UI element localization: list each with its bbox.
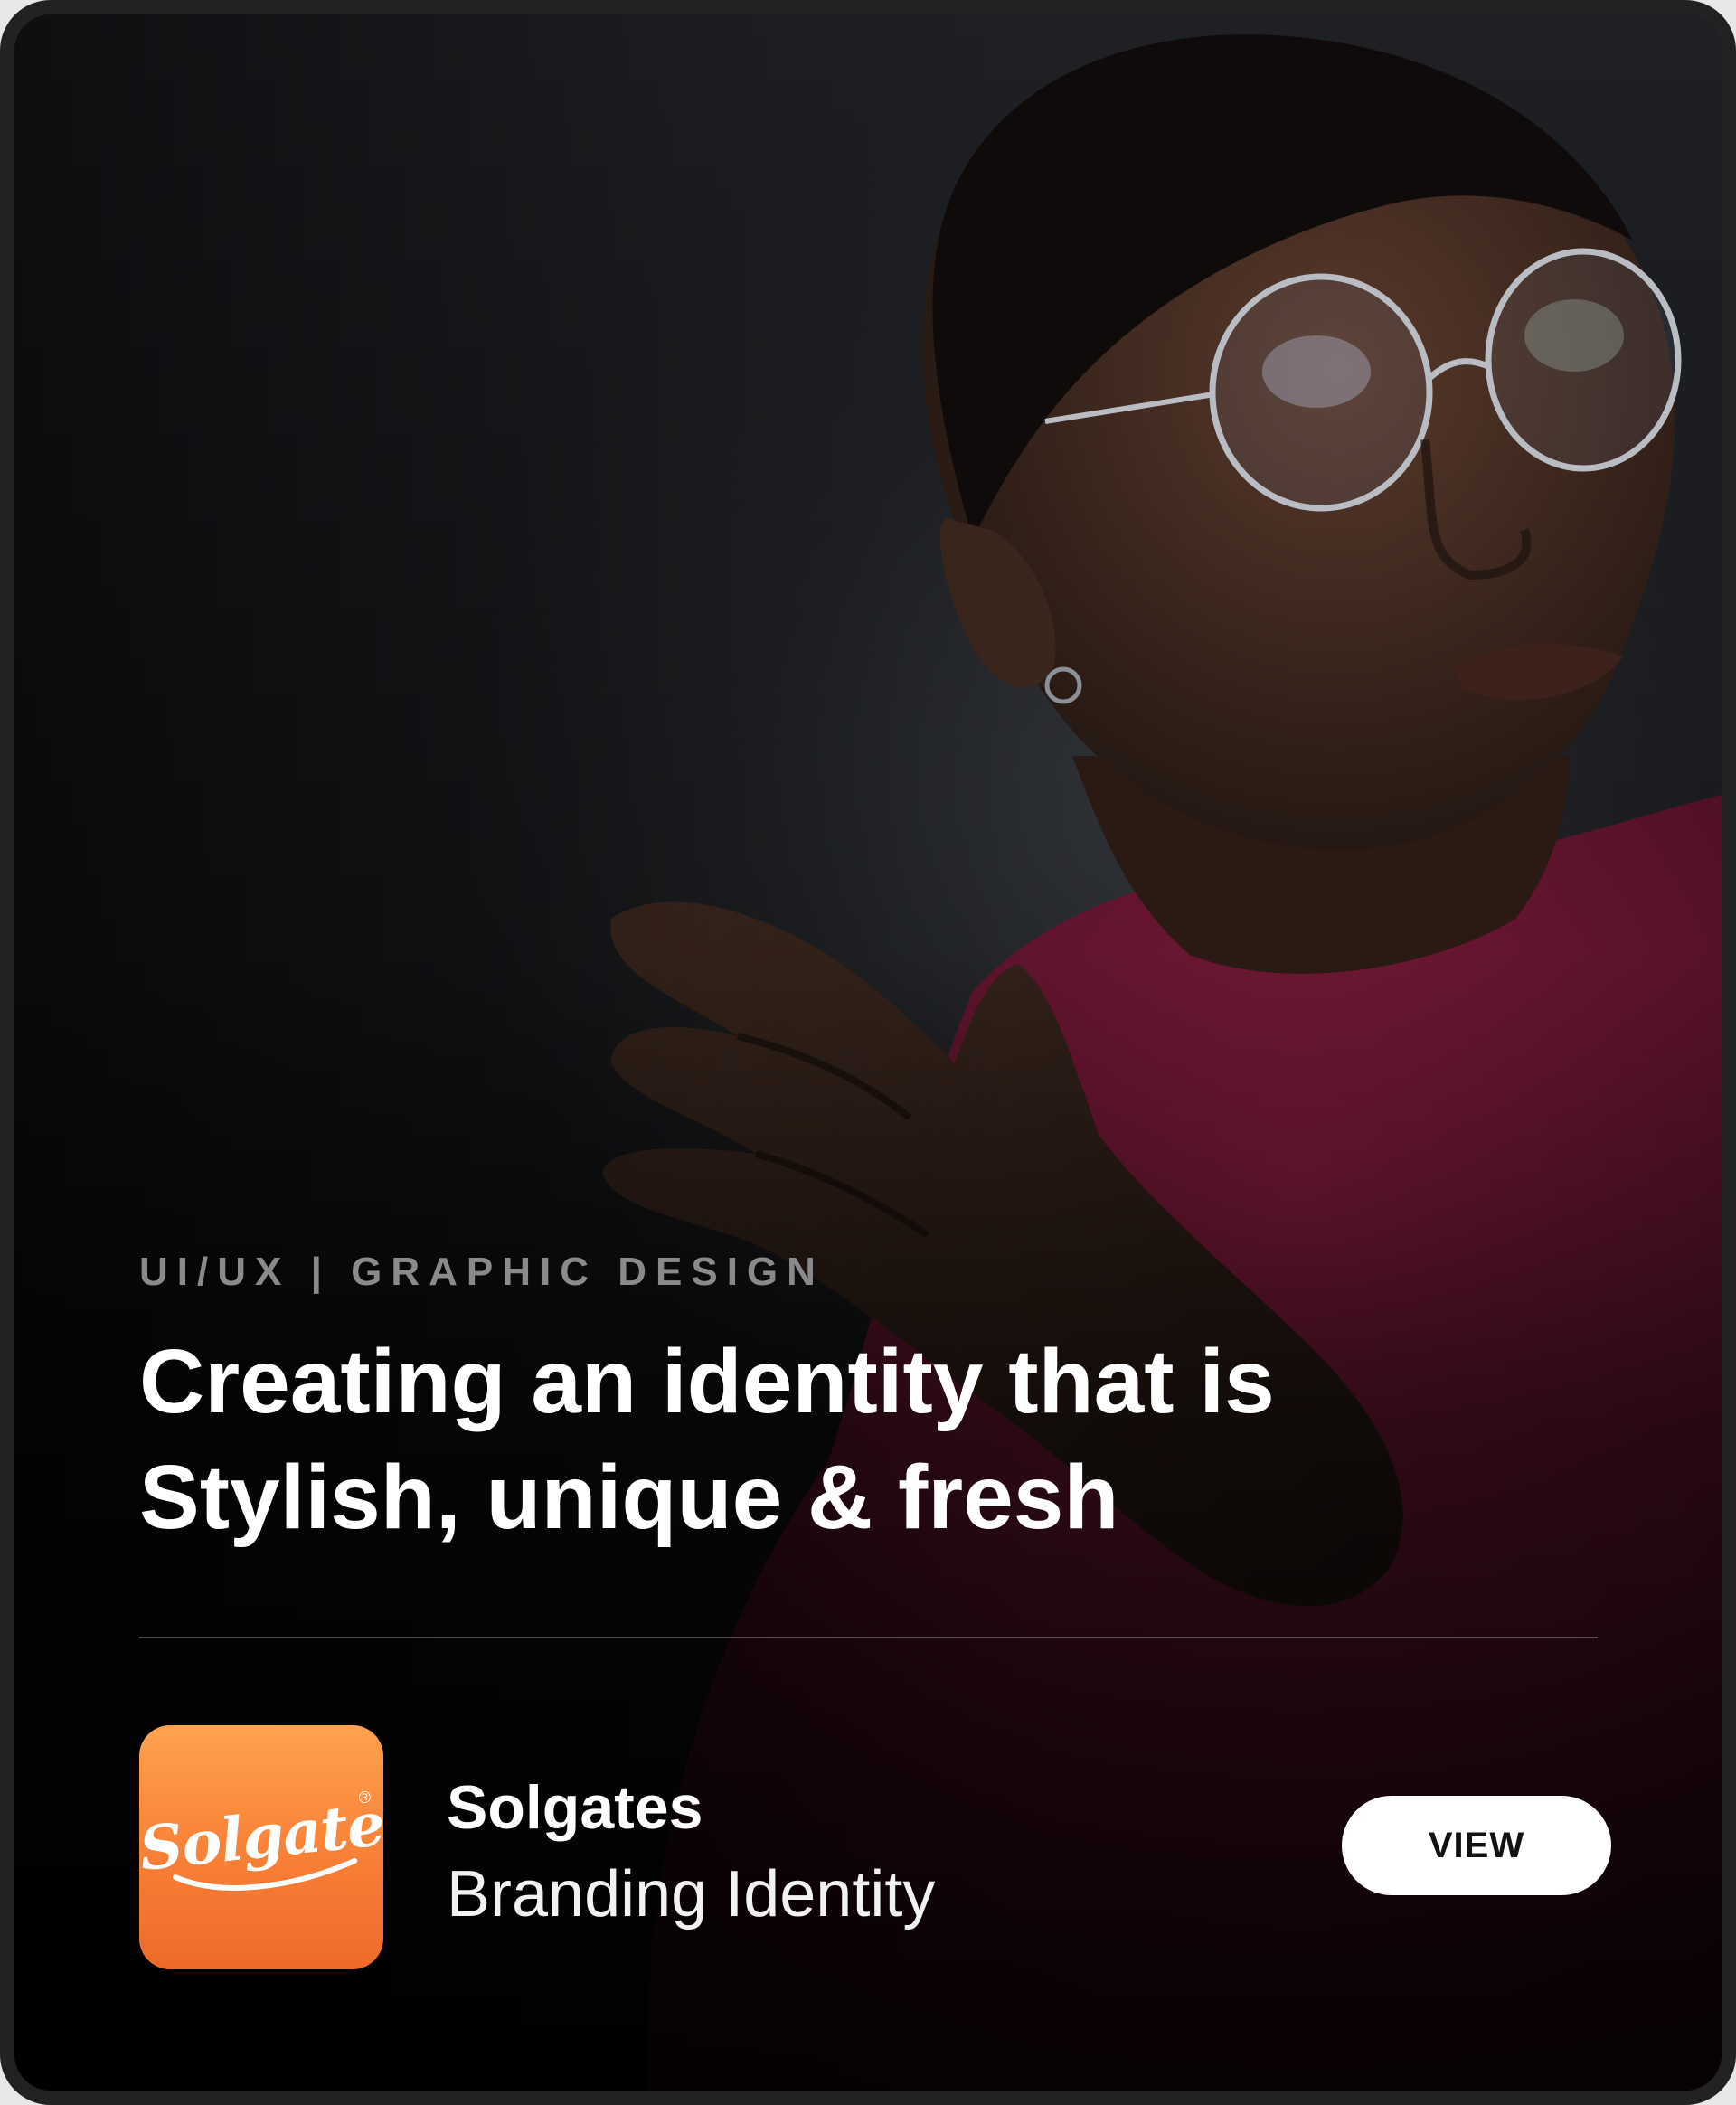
project-category: UI/UX | GRAPHIC DESIGN [139,1250,825,1294]
client-logo: Solgates ® [139,1725,383,1969]
registered-mark: ® [358,1789,371,1807]
view-button[interactable]: VIEW [1342,1796,1611,1895]
project-headline: Creating an identity that is Stylish, un… [139,1331,1275,1548]
divider [139,1637,1598,1638]
project-card: UI/UX | GRAPHIC DESIGN Creating an ident… [0,0,1736,2105]
client-service: Branding Identity [447,1858,936,1930]
client-name: Solgates [447,1773,703,1842]
